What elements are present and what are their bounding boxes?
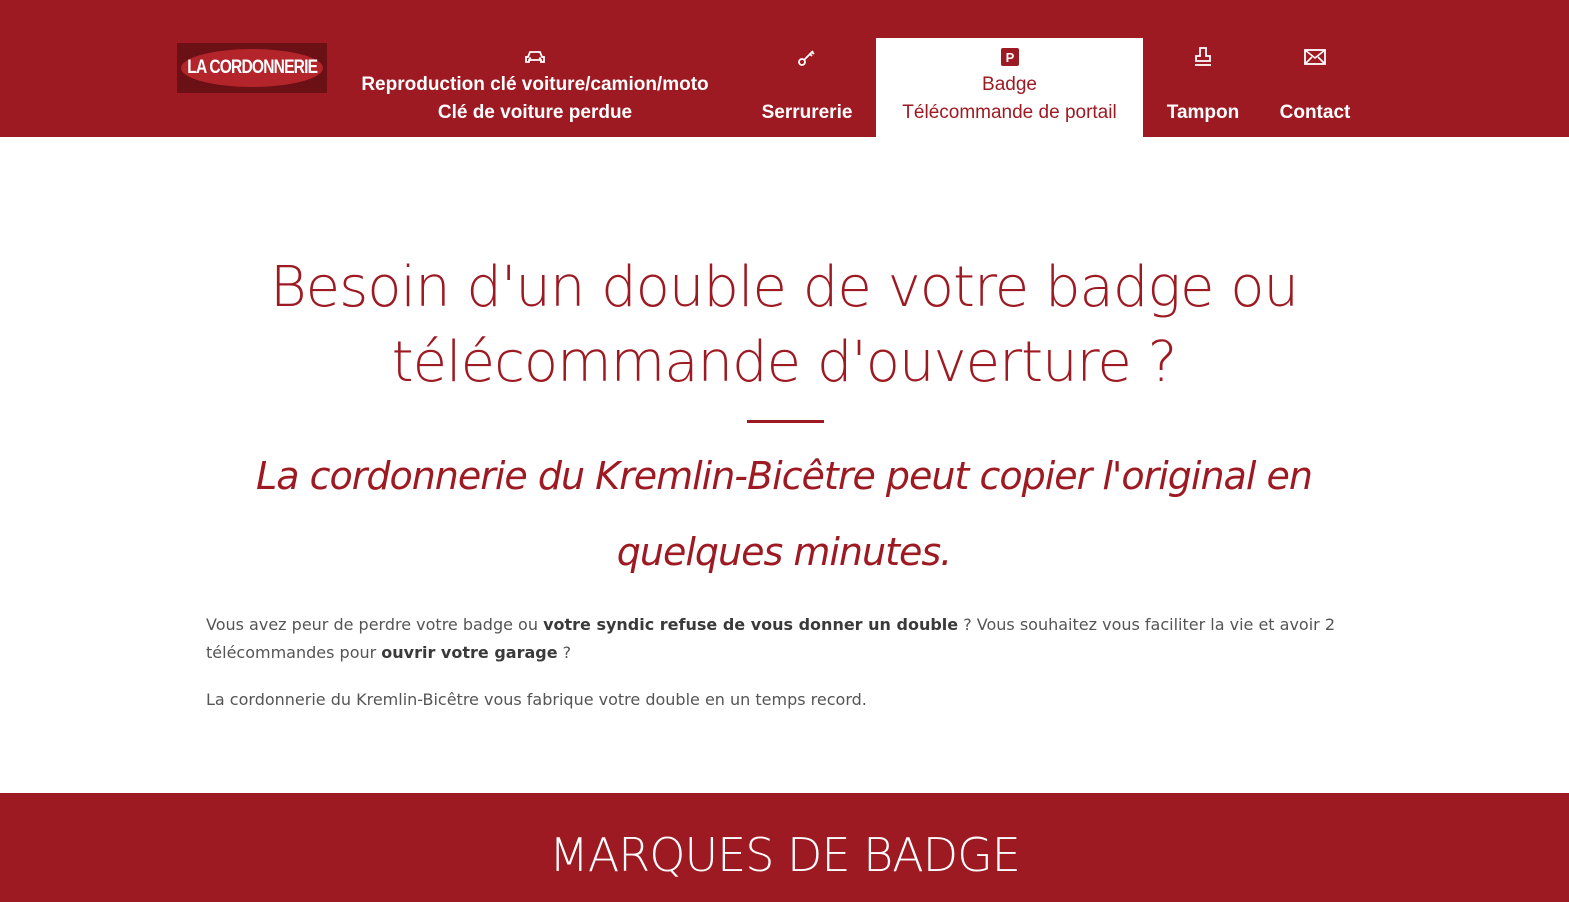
nav-sublabel: Serrurerie xyxy=(761,102,853,123)
nav-label: Badge xyxy=(982,74,1037,95)
nav-item-badge[interactable]: P Badge Télécommande de portail xyxy=(876,38,1143,137)
nav-item-contact[interactable]: Contact xyxy=(1265,38,1365,137)
car-icon xyxy=(340,46,730,68)
record-time-paragraph: La cordonnerie du Kremlin-Bicêtre vous f… xyxy=(206,690,867,709)
intro-text: Vous avez peur de perdre votre badge ou … xyxy=(206,611,1366,733)
nav-sublabel: Tampon xyxy=(1166,102,1240,123)
nav-sublabel: Télécommande de portail xyxy=(902,102,1117,123)
nav-sublabel: Clé de voiture perdue xyxy=(437,102,633,123)
nav-label: Reproduction clé voiture/camion/moto xyxy=(361,74,709,95)
parking-icon: P xyxy=(876,46,1143,68)
nav-sublabel: Contact xyxy=(1279,102,1351,123)
logo[interactable]: LA CORDONNERIE xyxy=(177,43,327,93)
page-title: Besoin d'un double de votre badge ou tél… xyxy=(269,255,1299,395)
intro-paragraph: Vous avez peur de perdre votre badge ou … xyxy=(206,615,1336,662)
stamp-icon xyxy=(1153,46,1253,68)
svg-text:P: P xyxy=(1005,50,1014,65)
nav-item-tampon[interactable]: Tampon xyxy=(1153,38,1253,137)
key-icon xyxy=(748,46,866,68)
nav-item-car-keys[interactable]: Reproduction clé voiture/camion/moto Clé… xyxy=(340,38,730,137)
nav-item-serrurerie[interactable]: Serrurerie xyxy=(748,38,866,137)
section-title: MARQUES DE BADGE xyxy=(549,828,1021,882)
title-divider xyxy=(747,420,824,423)
site-header: LA CORDONNERIE Reproduction clé voiture/… xyxy=(0,0,1569,137)
page-tagline: La cordonnerie du Kremlin-Bicêtre peut c… xyxy=(256,454,1313,574)
badge-brands-section: MARQUES DE BADGE xyxy=(0,793,1569,902)
envelope-icon xyxy=(1265,46,1365,68)
logo-text: LA CORDONNERIE xyxy=(187,57,318,78)
